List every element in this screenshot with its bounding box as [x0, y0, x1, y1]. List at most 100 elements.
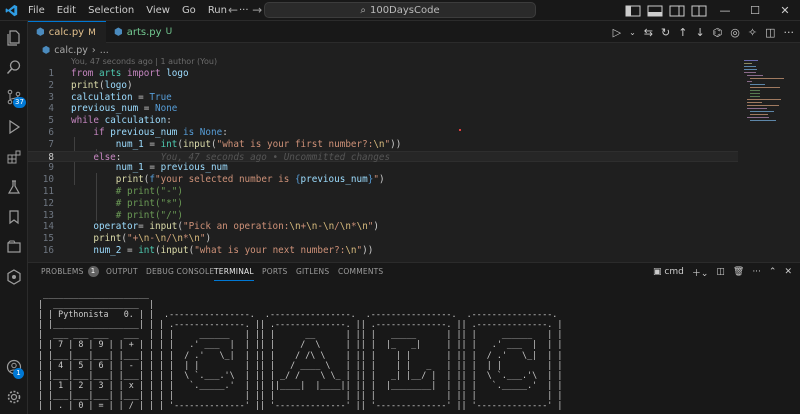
tab-debug-console[interactable]: DEBUG CONSOLE — [146, 263, 214, 281]
run-debug-icon[interactable] — [0, 113, 28, 141]
minimize-button[interactable]: — — [710, 0, 740, 21]
terminal-line: | |___|___|___| |___| | | | | || | | || … — [38, 389, 563, 400]
back-arrow-icon[interactable]: ← — [228, 0, 238, 21]
terminal-line: _____________________ — [38, 289, 149, 299]
search-text: 100DaysCode — [369, 4, 440, 16]
explorer-icon[interactable] — [0, 24, 28, 52]
code-line: 15 print("+\n-\n/\n*\n") — [42, 233, 212, 245]
python-file-icon: ⬢ — [42, 44, 51, 56]
code-line: 9 num_1 = previous_num — [48, 162, 228, 174]
title-bar: File Edit Selection View Go Run ··· ← → … — [0, 0, 800, 21]
toggle-panel-icon[interactable] — [647, 5, 663, 17]
menu-edit[interactable]: Edit — [51, 0, 82, 21]
tab-calc-py[interactable]: ⬢ calc.py M — [28, 21, 106, 43]
cursor-dot — [459, 129, 461, 131]
kill-terminal-trash-icon[interactable]: 🗑 — [733, 267, 744, 277]
split-terminal-icon[interactable]: ◫ — [716, 267, 725, 277]
terminal-output[interactable]: _____________________ | _________________… — [38, 289, 562, 410]
breadcrumb-file[interactable]: calc.py — [54, 45, 88, 56]
source-control-icon[interactable]: 37 — [0, 83, 28, 111]
next-change-icon[interactable]: ↓ — [695, 26, 704, 39]
activity-bar: 37 1 — [0, 21, 28, 414]
customize-layout-icon[interactable] — [691, 5, 707, 17]
maximize-panel-chevron-up-icon[interactable]: ⌃ — [769, 267, 777, 277]
code-line: 1 from arts import logo — [48, 68, 189, 79]
menu-go[interactable]: Go — [176, 0, 202, 21]
toggle-secondary-sidebar-icon[interactable] — [669, 5, 685, 17]
testing-flask-icon[interactable] — [0, 173, 28, 201]
settings-gear-icon[interactable] — [0, 383, 28, 411]
menu-selection[interactable]: Selection — [82, 0, 140, 21]
python-file-icon: ⬢ — [114, 26, 123, 38]
code-line: 16 num_2 = int(input("what is your next … — [42, 245, 374, 256]
maximize-button[interactable]: ☐ — [740, 0, 770, 21]
timeline-history-icon[interactable]: ↻ — [661, 26, 670, 39]
more-actions-icon[interactable]: ··· — [752, 267, 761, 277]
terminal-line: | | Pythonista 0. | | .----------------.… — [38, 309, 558, 320]
accounts-badge: 1 — [13, 368, 24, 379]
terminal-line: | _________________ | — [38, 299, 154, 310]
terminal-line: | |___|___|___| |___| | | | \ `.___.'\ |… — [38, 369, 563, 380]
open-changes-icon[interactable]: ⇆ — [644, 26, 653, 39]
gitlens-inspect-icon[interactable]: ◎ — [730, 26, 740, 39]
bookmark-icon[interactable] — [0, 203, 28, 231]
tab-gitlens[interactable]: GITLENS — [296, 263, 329, 281]
breadcrumb: ⬢ calc.py › ... — [28, 43, 109, 57]
bottom-panel: PROBLEMS 1 OUTPUT DEBUG CONSOLE TERMINAL … — [28, 262, 800, 414]
menu-bar: File Edit Selection View Go Run ··· — [22, 0, 255, 21]
codelens-blame[interactable]: You, 47 seconds ago | 1 author (You) — [71, 57, 217, 67]
previous-change-icon[interactable]: ↑ — [678, 26, 687, 39]
close-window-button[interactable]: ✕ — [770, 0, 800, 21]
extensions-icon[interactable] — [0, 143, 28, 171]
new-terminal-plus-icon[interactable]: ＋⌄ — [692, 266, 709, 279]
code-editor[interactable]: You, 47 seconds ago | 1 author (You) 1 fr… — [28, 57, 738, 262]
terminal-line: | |_________________| | | .-------------… — [38, 319, 563, 330]
tab-label: arts.py — [126, 26, 162, 38]
accounts-icon[interactable]: 1 — [0, 353, 28, 381]
python-file-icon: ⬢ — [36, 27, 45, 38]
problems-count-badge: 1 — [87, 266, 99, 277]
remote-explorer-icon[interactable] — [0, 233, 28, 261]
compare-icon[interactable]: ⌬ — [713, 26, 723, 39]
tab-label: calc.py — [48, 27, 85, 38]
ai-chat-icon[interactable]: ✧ — [748, 26, 757, 39]
forward-arrow-icon[interactable]: → — [252, 0, 262, 21]
menu-file[interactable]: File — [22, 0, 51, 21]
chevron-down-icon[interactable]: ⌄ — [629, 28, 636, 37]
tab-output[interactable]: OUTPUT — [106, 263, 138, 281]
code-line: 13 # print("/") — [42, 209, 183, 221]
tab-comments[interactable]: COMMENTS — [338, 263, 383, 281]
terminal-icon: ▣ — [652, 267, 662, 277]
close-panel-icon[interactable]: ✕ — [784, 267, 792, 277]
source-control-badge: 37 — [13, 97, 26, 108]
code-line: 2 print(logo) — [48, 79, 133, 91]
terminal-shell-selector[interactable]: ▣ cmd — [653, 267, 684, 277]
gitlens-icon[interactable] — [0, 263, 28, 291]
split-editor-icon[interactable]: ◫ — [765, 26, 775, 39]
more-actions-icon[interactable]: ··· — [784, 26, 795, 39]
run-python-file-icon[interactable]: ▷ — [613, 26, 621, 39]
tab-arts-py[interactable]: ⬢ arts.py U — [106, 21, 176, 43]
menu-view[interactable]: View — [140, 0, 176, 21]
terminal-line: | | 7 | 8 | 9 | | + | | | | .' ___ | | |… — [38, 339, 563, 350]
terminal-line: | | . | 0 | = | | / | | | '-------------… — [38, 400, 563, 411]
code-line: 10 print(f"your selected number is {prev… — [42, 174, 385, 186]
breadcrumb-separator: › — [91, 44, 96, 56]
code-line: 4 previous_num = None — [48, 103, 178, 115]
code-line: 7 num_1 = int(input("what is your first … — [48, 138, 402, 150]
breadcrumb-more[interactable]: ... — [100, 45, 109, 56]
editor-tabs: ⬢ calc.py M ⬢ arts.py U ▷ ⌄ ⇆ ↻ ↑ ↓ ⌬ ◎ … — [28, 21, 800, 43]
terminal-line: | | 4 | 5 | 6 | | - | | | | | | | || | /… — [38, 359, 563, 370]
terminal-line: | |___|___|___| |___| | | | / .' \_| | |… — [38, 349, 563, 360]
code-line: 6 if previous_num is None: — [48, 127, 228, 138]
tab-problems[interactable]: PROBLEMS 1 — [41, 263, 99, 281]
inline-blame-annotation: You, 47 seconds ago • Uncommitted change… — [160, 151, 391, 163]
minimap[interactable] — [738, 57, 800, 262]
code-line: 5 while calculation: — [48, 115, 172, 127]
vscode-logo-icon — [0, 0, 22, 21]
command-center-search[interactable]: ⌕ 100DaysCode — [264, 2, 536, 18]
toggle-primary-sidebar-icon[interactable] — [625, 5, 641, 17]
search-view-icon[interactable] — [0, 53, 28, 81]
tab-ports[interactable]: PORTS — [262, 263, 287, 281]
tab-terminal[interactable]: TERMINAL — [214, 263, 254, 281]
